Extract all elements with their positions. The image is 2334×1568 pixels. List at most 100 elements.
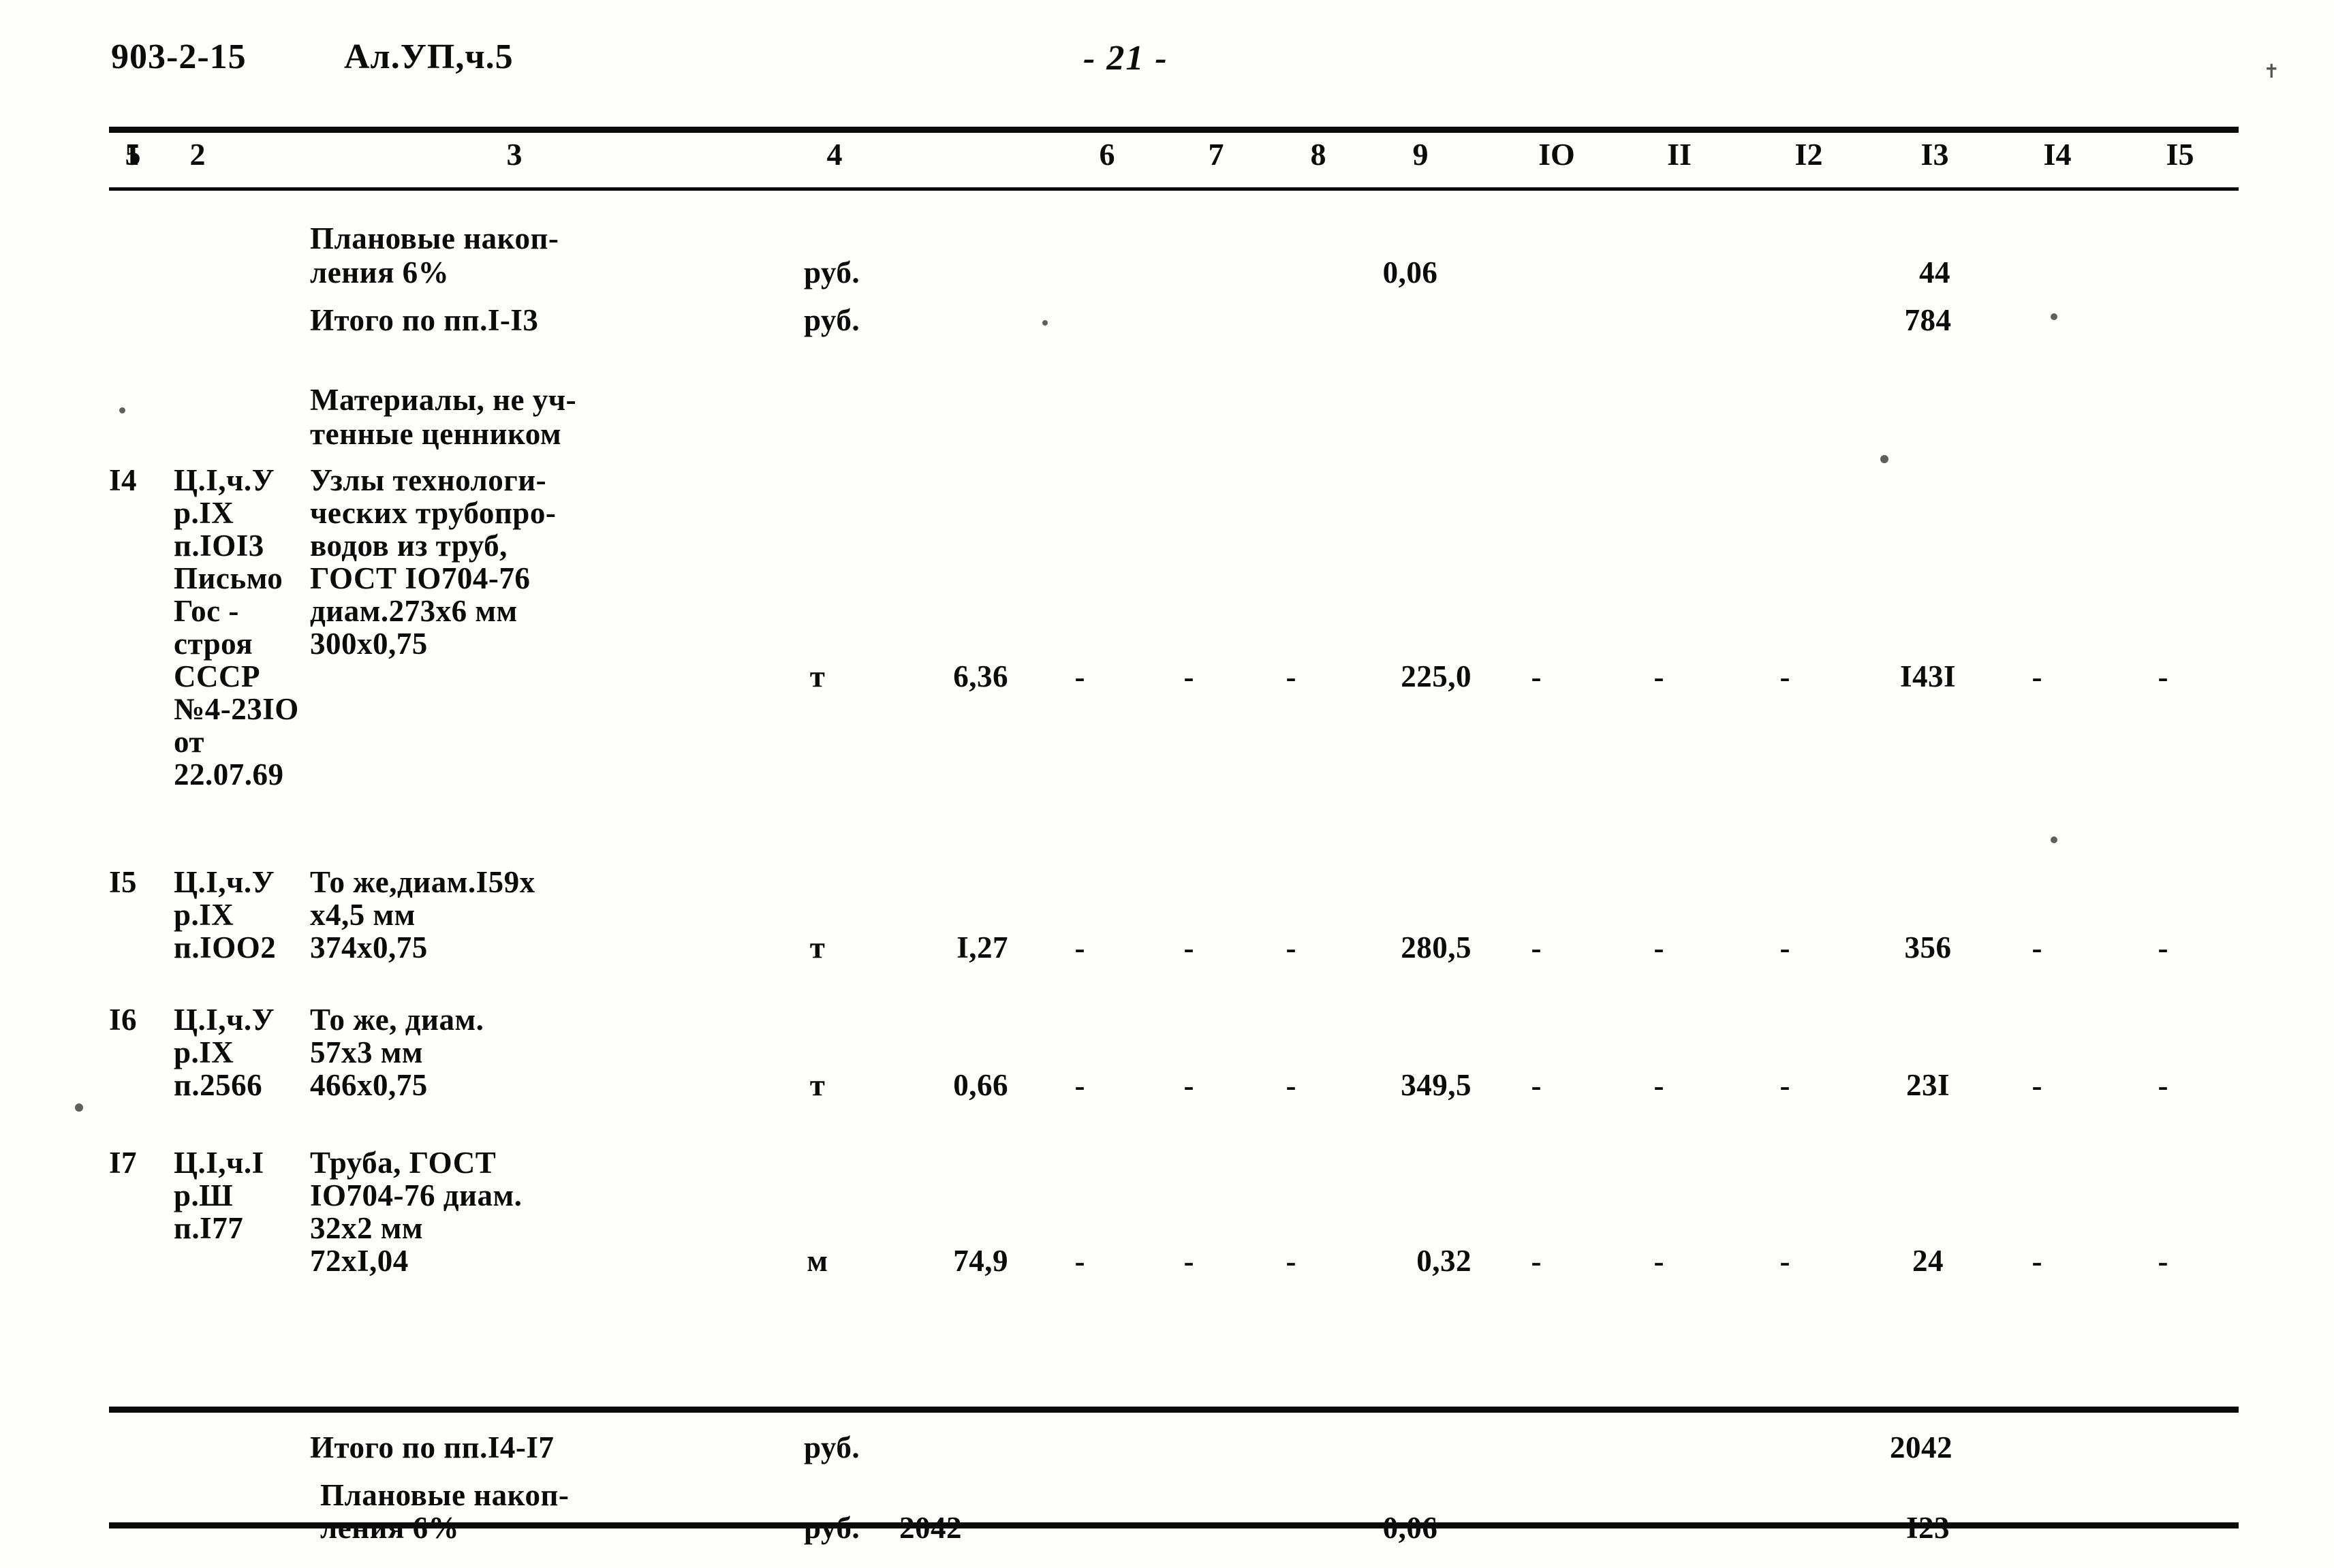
page-number: - 21 - bbox=[1083, 39, 1168, 78]
row-15-col13: 356 bbox=[1904, 930, 1952, 965]
row-14-ref-line-1: Ц.I,ч.У bbox=[174, 463, 275, 497]
document-code: 903-2-15 bbox=[111, 37, 247, 76]
row-15-name-line-2: х4,5 мм bbox=[310, 898, 416, 932]
scan-artifact-mark: ✝ bbox=[2263, 61, 2279, 82]
row-planovye-2-name-line-1: Плановые накоп- bbox=[320, 1478, 570, 1512]
row-14-name-line-5: диам.273х6 мм bbox=[310, 594, 518, 628]
column-header-9: 9 bbox=[1412, 137, 1429, 172]
row-15-quantity: I,27 bbox=[956, 930, 1008, 965]
row-14-name-line-2: ческих трубопро- bbox=[310, 496, 557, 530]
row-14-name-line-1: Узлы технологи- bbox=[310, 463, 547, 497]
row-14-unit: т bbox=[809, 659, 826, 693]
row-17-col9: 0,32 bbox=[1416, 1244, 1472, 1278]
row-15-col11-dash: - bbox=[1653, 931, 1664, 965]
row-itogo-14-17-name: Итого по пп.I4-I7 bbox=[310, 1430, 555, 1464]
row-16-quantity: 0,66 bbox=[953, 1068, 1008, 1102]
scan-speckle bbox=[75, 1103, 83, 1112]
row-15-col7-dash: - bbox=[1183, 931, 1194, 965]
row-14-ref-line-6: строя bbox=[174, 627, 253, 661]
row-17-col7-dash: - bbox=[1183, 1244, 1194, 1279]
row-16-col7-dash: - bbox=[1183, 1069, 1194, 1103]
row-14-name-line-6: 300х0,75 bbox=[310, 627, 428, 661]
row-planovye-1-col13: 44 bbox=[1919, 255, 1950, 289]
row-16-col9: 349,5 bbox=[1401, 1068, 1472, 1102]
row-17-number: I7 bbox=[109, 1146, 138, 1180]
row-17-col10-dash: - bbox=[1531, 1244, 1542, 1279]
column-header-13: I3 bbox=[1920, 137, 1949, 172]
row-17-name-line-2: IO704-76 диам. bbox=[310, 1178, 523, 1212]
row-14-ref-line-4: Письмо bbox=[174, 561, 283, 595]
row-14-col13: I43I bbox=[1899, 659, 1957, 693]
row-itogo-1-13-unit: руб. bbox=[804, 303, 860, 337]
row-17-name-line-4: 72хI,04 bbox=[310, 1244, 409, 1278]
row-15-col15-dash: - bbox=[2158, 931, 2168, 965]
row-16-name-line-1: То же, диам. bbox=[310, 1003, 484, 1037]
column-header-3: 3 bbox=[506, 137, 523, 172]
row-itogo-14-17-col13: 2042 bbox=[1890, 1430, 1952, 1464]
row-16-name-line-2: 57х3 мм bbox=[310, 1035, 424, 1069]
column-header-5: 5 bbox=[125, 137, 141, 172]
row-16-col12-dash: - bbox=[1779, 1069, 1790, 1103]
row-16-name-line-3: 466х0,75 bbox=[310, 1068, 428, 1102]
column-header-8: 8 bbox=[1310, 137, 1326, 172]
row-14-col11-dash: - bbox=[1653, 660, 1664, 694]
row-15-col9: 280,5 bbox=[1401, 930, 1472, 965]
table-header-rule bbox=[109, 187, 2239, 191]
row-17-name-line-3: 32х2 мм bbox=[310, 1211, 424, 1245]
row-15-ref-line-3: п.IOO2 bbox=[174, 930, 277, 965]
document-page: 903-2-15 Ал.УП,ч.5 - 21 - ✝ I 2 3 4 5 6 … bbox=[0, 0, 2334, 1568]
column-header-12: I2 bbox=[1794, 137, 1823, 172]
row-15-unit: т bbox=[809, 930, 826, 965]
row-16-col14-dash: - bbox=[2032, 1069, 2042, 1103]
row-14-col8-dash: - bbox=[1286, 660, 1296, 694]
column-header-4: 4 bbox=[826, 137, 843, 172]
row-14-col14-dash: - bbox=[2032, 660, 2042, 694]
row-planovye-2-col9: 0,06 bbox=[1382, 1511, 1438, 1545]
row-17-col15-dash: - bbox=[2158, 1244, 2168, 1279]
row-planovye-2-name-line-2: ления 6% bbox=[320, 1511, 460, 1545]
row-17-quantity: 74,9 bbox=[953, 1244, 1008, 1278]
row-15-col14-dash: - bbox=[2032, 931, 2042, 965]
row-17-col6-dash: - bbox=[1074, 1244, 1085, 1279]
row-16-col13: 23I bbox=[1905, 1068, 1950, 1102]
row-16-ref-line-3: п.2566 bbox=[174, 1068, 263, 1102]
row-16-col15-dash: - bbox=[2158, 1069, 2168, 1103]
column-header-7: 7 bbox=[1208, 137, 1224, 172]
row-14-ref-line-9: от bbox=[174, 725, 205, 759]
row-itogo-14-17-unit: руб. bbox=[804, 1430, 860, 1464]
row-14-ref-line-7: СССР bbox=[174, 659, 260, 693]
row-14-ref-line-8: №4-23IO bbox=[174, 692, 299, 726]
row-14-col9: 225,0 bbox=[1401, 659, 1472, 693]
row-itogo-1-13-name: Итого по пп.I-I3 bbox=[310, 303, 539, 337]
row-17-unit: м bbox=[807, 1244, 828, 1278]
row-planovye-2-quantity: 2042 bbox=[899, 1511, 962, 1545]
row-15-name-line-1: То же,диам.I59х bbox=[310, 865, 535, 899]
row-17-col14-dash: - bbox=[2032, 1244, 2042, 1279]
row-14-ref-line-2: р.IX bbox=[174, 496, 234, 530]
row-16-number: I6 bbox=[109, 1003, 138, 1037]
row-15-name-line-3: 374х0,75 bbox=[310, 930, 428, 965]
row-16-ref-line-2: р.IX bbox=[174, 1035, 234, 1069]
row-17-col8-dash: - bbox=[1286, 1244, 1296, 1279]
row-16-col8-dash: - bbox=[1286, 1069, 1296, 1103]
document-header: 903-2-15 Ал.УП,ч.5 - 21 - ✝ bbox=[0, 37, 2334, 84]
row-14-col12-dash: - bbox=[1779, 660, 1790, 694]
scan-speckle bbox=[1880, 455, 1888, 463]
row-17-col13: 24 bbox=[1912, 1244, 1944, 1278]
row-14-ref-line-3: п.IOI3 bbox=[174, 529, 264, 563]
row-14-ref-line-5: Гос - bbox=[174, 594, 239, 628]
row-materialy-line-2: тенные ценником bbox=[310, 417, 562, 451]
row-16-col6-dash: - bbox=[1074, 1069, 1085, 1103]
row-planovye-1-name-line-2: ления 6% bbox=[310, 255, 450, 289]
scan-speckle bbox=[2051, 313, 2057, 320]
row-planovye-2-col13: I23 bbox=[1905, 1511, 1950, 1545]
row-planovye-1-unit: руб. bbox=[804, 255, 860, 289]
row-14-col7-dash: - bbox=[1183, 660, 1194, 694]
row-16-col11-dash: - bbox=[1653, 1069, 1664, 1103]
row-14-number: I4 bbox=[109, 463, 138, 497]
column-header-2: 2 bbox=[189, 137, 206, 172]
row-14-ref-line-10: 22.07.69 bbox=[174, 757, 284, 791]
row-15-number: I5 bbox=[109, 865, 138, 899]
column-header-15: I5 bbox=[2166, 137, 2194, 172]
row-17-col11-dash: - bbox=[1653, 1244, 1664, 1279]
